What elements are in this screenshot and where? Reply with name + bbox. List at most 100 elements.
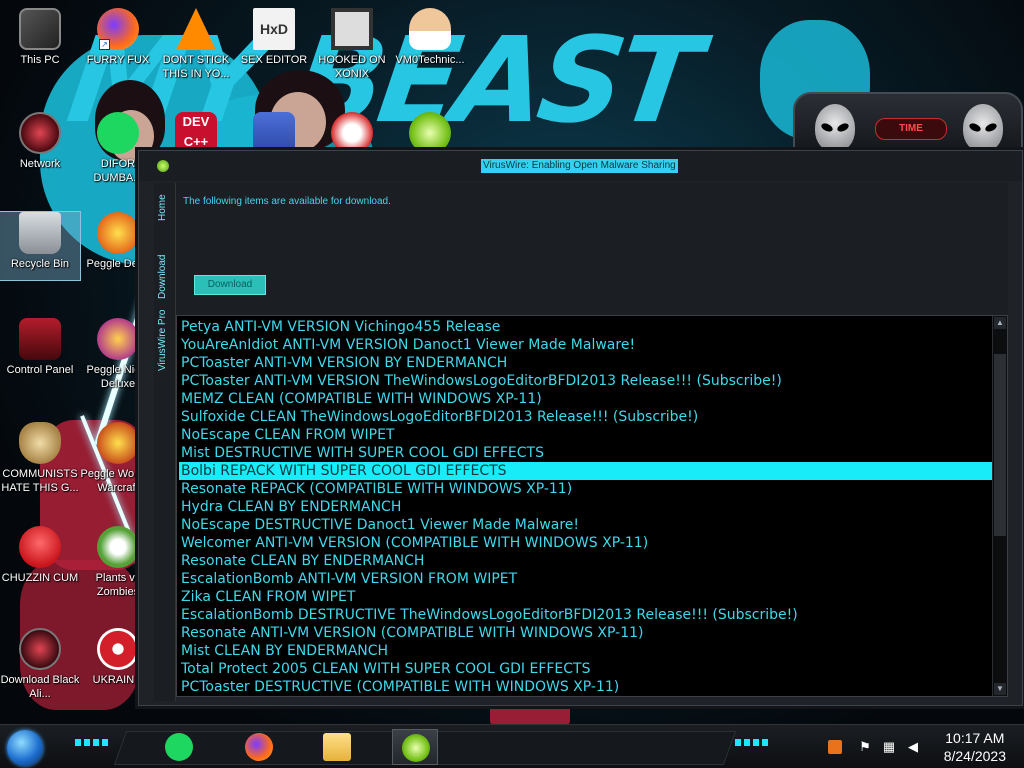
list-item[interactable]: Mist CLEAN BY ENDERMANCH — [179, 642, 388, 660]
list-item[interactable]: Welcomer ANTI-VM VERSION (COMPATIBLE WIT… — [179, 534, 648, 552]
lime-icon — [402, 734, 430, 762]
dev-cpp-icon: DEV C++ — [175, 112, 217, 154]
intro-text: The following items are available for do… — [183, 196, 391, 207]
desktop-icon-label: VM0Technic... — [395, 54, 465, 66]
desktop-icon-this-pc[interactable]: This PC — [0, 8, 80, 67]
scroll-up-arrow-icon[interactable]: ▲ — [994, 317, 1006, 329]
peggle-nights-icon — [97, 318, 139, 360]
peggle-warcraft-icon — [97, 422, 139, 464]
desktop-icon-network[interactable]: Network — [0, 112, 80, 171]
download-button[interactable]: Download — [194, 275, 266, 295]
list-item[interactable]: Hydra CLEAN BY ENDERMANCH — [179, 498, 401, 516]
spotify-icon — [165, 733, 193, 761]
recycle-bin-icon — [19, 212, 61, 254]
desktop-icon-dont-stick[interactable]: DONT STICK THIS IN YO... — [156, 8, 236, 81]
list-item[interactable]: Resonate CLEAN BY ENDERMANCH — [179, 552, 424, 570]
shortcut-arrow-icon: ↗ — [99, 39, 110, 50]
viruswire-window: VirusWire: Enabling Open Malware Sharing… — [138, 150, 1023, 706]
desktop-icon-furry-fux[interactable]: ↗ FURRY FUX — [78, 8, 158, 67]
tab-viruswire-pro[interactable]: VirusWire Pro — [154, 299, 176, 372]
list-item[interactable]: EscalationBomb ANTI-VM VERSION FROM WIPE… — [179, 570, 517, 588]
list-item[interactable]: PCToaster ANTI-VM VERSION TheWindowsLogo… — [179, 372, 782, 390]
desktop-icon-label: CHUZZIN CUM — [1, 572, 79, 584]
folder-icon — [323, 733, 351, 761]
plants-vs-zombies-icon — [97, 526, 139, 568]
taskbar-clock[interactable]: 10:17 AM 8/24/2023 — [944, 729, 1006, 765]
tab-home[interactable]: Home — [154, 183, 176, 233]
window-title: VirusWire: Enabling Open Malware Sharing — [481, 159, 678, 173]
desktop-icon-download-black-alien[interactable]: Download Black Ali... — [0, 628, 80, 701]
taskbar-app-file-explorer[interactable] — [314, 729, 360, 765]
vertical-tab-bar: Home Download VirusWire Pro — [154, 183, 176, 701]
clock-date: 8/24/2023 — [943, 748, 1006, 764]
alien-head-icon — [815, 104, 855, 152]
viruswire-logo-icon — [157, 160, 169, 172]
desktop-icon-label: Network — [19, 158, 61, 170]
santa-icon — [331, 112, 373, 154]
malware-listbox[interactable]: Petya ANTI-VM VERSION Vichingo455 Releas… — [176, 315, 1008, 697]
desktop-icon-vm0technic[interactable]: VM0Technic... — [390, 8, 470, 67]
desktop-icon-chuzzin-cum[interactable]: CHUZZIN CUM — [0, 526, 80, 585]
list-item[interactable]: PCToaster ANTI-VM VERSION BY ENDERMANCH — [179, 354, 507, 372]
volume-icon[interactable]: ◀ — [906, 740, 920, 754]
list-item[interactable]: Resonate REPACK (COMPATIBLE WITH WINDOWS… — [179, 480, 572, 498]
desktop-icon-label: FURRY FUX — [86, 54, 150, 66]
hxd-hex-editor-icon: HxD — [253, 8, 295, 50]
desktop-icon-recycle-bin[interactable]: Recycle Bin — [0, 211, 81, 281]
list-item[interactable]: NoEscape CLEAN FROM WIPET — [179, 426, 394, 444]
id-card-icon — [253, 112, 295, 154]
desktop-icon-label: DONT STICK THIS IN YO... — [162, 54, 230, 80]
spotify-icon — [97, 112, 139, 154]
list-item[interactable]: Sulfoxide CLEAN TheWindowsLogoEditorBFDI… — [179, 408, 698, 426]
tab-viruswire-pro-label: VirusWire Pro — [157, 309, 168, 372]
tab-home-label: Home — [157, 194, 168, 221]
list-item[interactable]: PCToaster DESTRUCTIVE (COMPATIBLE WITH W… — [179, 678, 619, 696]
desktop-icon-sex-editor[interactable]: HxD SEX EDITOR — [234, 8, 314, 67]
window-titlebar[interactable]: VirusWire: Enabling Open Malware Sharing — [139, 151, 1022, 181]
radiation-icon — [97, 628, 139, 670]
control-panel-icon — [19, 318, 61, 360]
desktop-icon-communists[interactable]: COMMUNISTS HATE THIS G... — [0, 422, 80, 495]
clock-time: 10:17 AM — [945, 730, 1005, 746]
start-button[interactable] — [7, 730, 43, 766]
desktop-icon-label: Recycle Bin — [10, 258, 70, 270]
alien-download-icon — [19, 628, 61, 670]
desktop-icon-label: Download Black Ali... — [0, 674, 80, 700]
this-pc-icon — [19, 8, 61, 50]
list-item[interactable]: Resonate ANTI-VM VERSION (COMPATIBLE WIT… — [179, 624, 644, 642]
flag-icon[interactable]: ⚑ — [858, 740, 872, 754]
desktop-icon-dev-cpp[interactable]: DEV C++ — [156, 112, 236, 154]
desktop-icon-santa[interactable] — [312, 112, 392, 154]
list-item[interactable]: MEMZ CLEAN (COMPATIBLE WITH WINDOWS XP-1… — [179, 390, 542, 408]
taskbar-app-firefox[interactable] — [236, 729, 282, 765]
alien-network-icon — [19, 112, 61, 154]
desktop-icon-label: HOOKED ON XONIX — [318, 54, 386, 80]
desktop-icon-label: This PC — [20, 54, 60, 66]
time-widget-label: TIME — [875, 118, 947, 140]
fortect-icon[interactable] — [828, 740, 842, 754]
desktop-icon-hooked-on-xonix[interactable]: HOOKED ON XONIX — [312, 8, 392, 81]
taskbar: ⚑ ▦ ◀ 10:17 AM 8/24/2023 — [0, 724, 1024, 768]
list-item[interactable]: Petya ANTI-VM VERSION Vichingo455 Releas… — [179, 318, 500, 336]
list-item[interactable]: Bolbi REPACK WITH SUPER COOL GDI EFFECTS — [179, 462, 995, 480]
taskbar-app-viruswire[interactable] — [392, 729, 438, 765]
desktop-icon-label: Control Panel — [6, 364, 74, 376]
scroll-down-arrow-icon[interactable]: ▼ — [994, 683, 1006, 695]
scrollbar-thumb[interactable] — [994, 354, 1006, 536]
list-item[interactable]: EscalationBomb DESTRUCTIVE TheWindowsLog… — [179, 606, 798, 624]
list-item[interactable]: Zika CLEAN FROM WIPET — [179, 588, 355, 606]
list-item[interactable]: YouAreAnIdiot ANTI-VM VERSION Danoct1 Vi… — [179, 336, 635, 354]
desktop-icon-lime[interactable] — [390, 112, 470, 154]
list-item[interactable]: Mist DESTRUCTIVE WITH SUPER COOL GDI EFF… — [179, 444, 544, 462]
peggle-icon — [97, 212, 139, 254]
firefox-icon: ↗ — [97, 8, 139, 50]
taskbar-app-spotify[interactable] — [156, 729, 202, 765]
list-item[interactable]: NoEscape DESTRUCTIVE Danoct1 Viewer Made… — [179, 516, 579, 534]
desktop-icon-settings-card[interactable] — [234, 112, 314, 154]
network-icon[interactable]: ▦ — [882, 740, 896, 754]
list-item[interactable]: Total Protect 2005 CLEAN WITH SUPER COOL… — [179, 660, 590, 678]
tab-download[interactable]: Download — [154, 233, 176, 299]
doctor-avatar-icon — [409, 8, 451, 50]
desktop-icon-control-panel[interactable]: Control Panel — [0, 318, 80, 377]
list-scrollbar[interactable]: ▲ ▼ — [992, 316, 1007, 696]
